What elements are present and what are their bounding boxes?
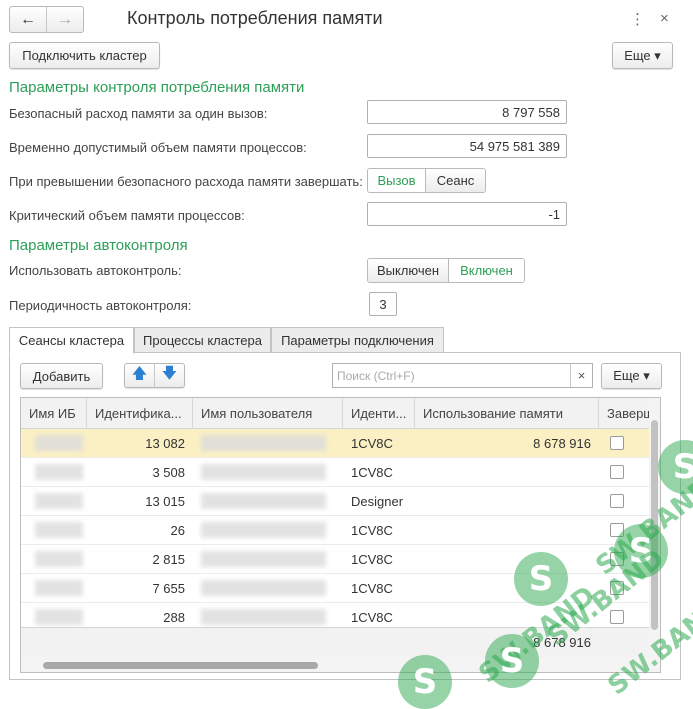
row-memory (415, 487, 599, 515)
row-memory (415, 516, 599, 544)
tab-cluster-processes[interactable]: Процессы кластера (134, 327, 271, 353)
close-icon[interactable]: × (660, 10, 669, 27)
redacted-ib-name (35, 580, 83, 596)
redacted-user-name (201, 464, 326, 480)
auto-section-heading: Параметры автоконтроля (9, 237, 188, 254)
on-exceed-session-option[interactable]: Сеанс (425, 169, 485, 192)
arrow-down-icon[interactable]: 🡇 (154, 364, 184, 387)
table-row[interactable]: 13 015 Designer (21, 487, 651, 516)
row-id: 13 082 (145, 435, 185, 451)
horizontal-scrollbar[interactable] (21, 657, 660, 672)
row-app: 1CV8C (351, 580, 393, 596)
column-header-id[interactable]: Идентифика... (87, 398, 193, 429)
row-app: 1CV8C (351, 551, 393, 567)
temp-allowed-label: Временно допустимый объем памяти процесс… (9, 140, 307, 155)
row-id: 26 (170, 522, 185, 538)
arrow-left-icon[interactable]: ← (10, 7, 46, 32)
redacted-ib-name (35, 609, 83, 625)
table-row[interactable]: 26 1CV8C (21, 516, 651, 545)
more-vertical-icon[interactable]: ⋮ (630, 10, 645, 28)
more-button[interactable]: Еще ▾ (612, 42, 673, 69)
row-app: 1CV8C (351, 464, 393, 480)
row-app: Designer (351, 493, 404, 509)
arrow-up-icon[interactable]: 🡅 (125, 364, 154, 387)
redacted-user-name (201, 551, 326, 567)
use-auto-toggle: Выключен Включен (367, 258, 525, 283)
memory-section-heading: Параметры контроля потребления памяти (9, 79, 305, 96)
critical-label: Критический объем памяти процессов: (9, 208, 245, 223)
column-header-app-id[interactable]: Иденти... (343, 398, 415, 429)
period-label: Периодичность автоконтроля: (9, 298, 192, 313)
safe-per-call-field[interactable]: 8 797 558 (367, 100, 567, 124)
terminate-checkbox[interactable] (610, 465, 624, 479)
redacted-user-name (201, 580, 326, 596)
redacted-user-name (201, 609, 326, 625)
column-header-ib-name[interactable]: Имя ИБ (21, 398, 87, 429)
horizontal-scroll-thumb[interactable] (43, 662, 318, 669)
redacted-ib-name (35, 493, 83, 509)
redacted-ib-name (35, 435, 83, 451)
critical-field[interactable]: -1 (367, 202, 567, 226)
use-auto-label: Использовать автоконтроль: (9, 263, 182, 278)
auto-off-option[interactable]: Выключен (368, 259, 448, 282)
connect-cluster-button[interactable]: Подключить кластер (9, 42, 160, 69)
temp-allowed-field[interactable]: 54 975 581 389 (367, 134, 567, 158)
window-title: Контроль потребления памяти (127, 8, 383, 28)
search-placeholder: Поиск (Ctrl+F) (337, 369, 415, 383)
add-button[interactable]: Добавить (20, 363, 103, 389)
table-header: Имя ИБ Идентифика... Имя пользователя Ид… (21, 398, 660, 429)
watermark-logo: S (398, 655, 452, 709)
row-app: 1CV8C (351, 522, 393, 538)
redacted-user-name (201, 522, 326, 538)
on-exceed-label: При превышении безопасного расхода памят… (9, 174, 363, 189)
redacted-ib-name (35, 522, 83, 538)
watermark-logo: S (485, 634, 539, 688)
row-id: 13 015 (145, 493, 185, 509)
row-id: 2 815 (152, 551, 185, 567)
grid-more-button[interactable]: Еще ▾ (601, 363, 662, 389)
row-memory (415, 545, 599, 573)
column-header-terminate[interactable]: Заверш (599, 398, 651, 429)
clear-search-icon[interactable]: × (570, 364, 592, 387)
arrow-right-icon[interactable]: → (46, 7, 83, 32)
row-app: 1CV8C (351, 435, 393, 451)
redacted-ib-name (35, 551, 83, 567)
column-header-user[interactable]: Имя пользователя (193, 398, 343, 429)
column-header-memory[interactable]: Использование памяти (415, 398, 599, 429)
terminate-checkbox[interactable] (610, 436, 624, 450)
terminate-checkbox[interactable] (610, 494, 624, 508)
navigation-buttons: ← → (9, 6, 84, 33)
redacted-user-name (201, 493, 326, 509)
table-row[interactable]: 13 082 1CV8C 8 678 916 (21, 429, 651, 458)
row-id: 7 655 (152, 580, 185, 596)
auto-on-option[interactable]: Включен (448, 259, 524, 282)
on-exceed-call-option[interactable]: Вызов (368, 169, 425, 192)
table-row[interactable]: 3 508 1CV8C (21, 458, 651, 487)
row-id: 3 508 (152, 464, 185, 480)
move-buttons: 🡅 🡇 (124, 363, 185, 388)
period-field[interactable]: 3 (369, 292, 397, 316)
search-input[interactable]: Поиск (Ctrl+F) × (332, 363, 593, 388)
redacted-ib-name (35, 464, 83, 480)
tab-cluster-sessions[interactable]: Сеансы кластера (9, 327, 134, 354)
redacted-user-name (201, 435, 326, 451)
safe-per-call-label: Безопасный расход памяти за один вызов: (9, 106, 268, 121)
row-memory (415, 458, 599, 486)
tab-connection-params[interactable]: Параметры подключения (271, 327, 444, 353)
row-memory: 8 678 916 (533, 435, 591, 451)
on-exceed-toggle: Вызов Сеанс (367, 168, 486, 193)
